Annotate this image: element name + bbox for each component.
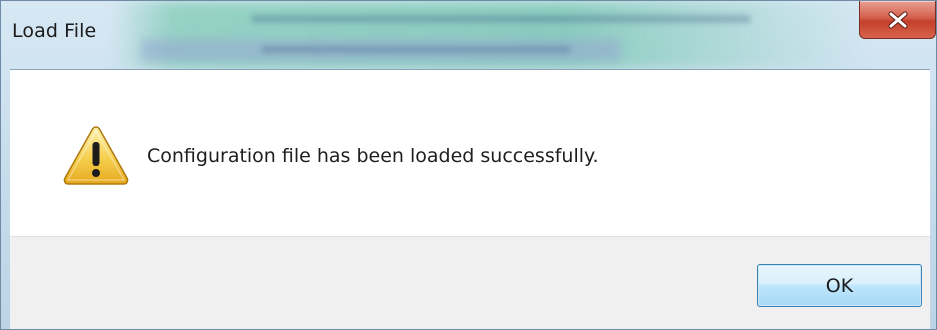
close-button[interactable] [859,1,936,39]
dialog-content: Configuration file has been loaded succe… [10,69,930,329]
message-area: Configuration file has been loaded succe… [10,70,930,236]
titlebar-background-text-blur [251,15,751,23]
titlebar-background-text-blur-2 [261,46,571,53]
dialog-window: Load File Configuration file has been lo… [0,0,937,330]
button-area: OK [10,236,930,329]
ok-button[interactable]: OK [757,264,922,307]
window-title: Load File [12,20,97,42]
close-icon [888,11,907,28]
dialog-message: Configuration file has been loaded succe… [147,145,599,167]
warning-icon [63,126,129,185]
